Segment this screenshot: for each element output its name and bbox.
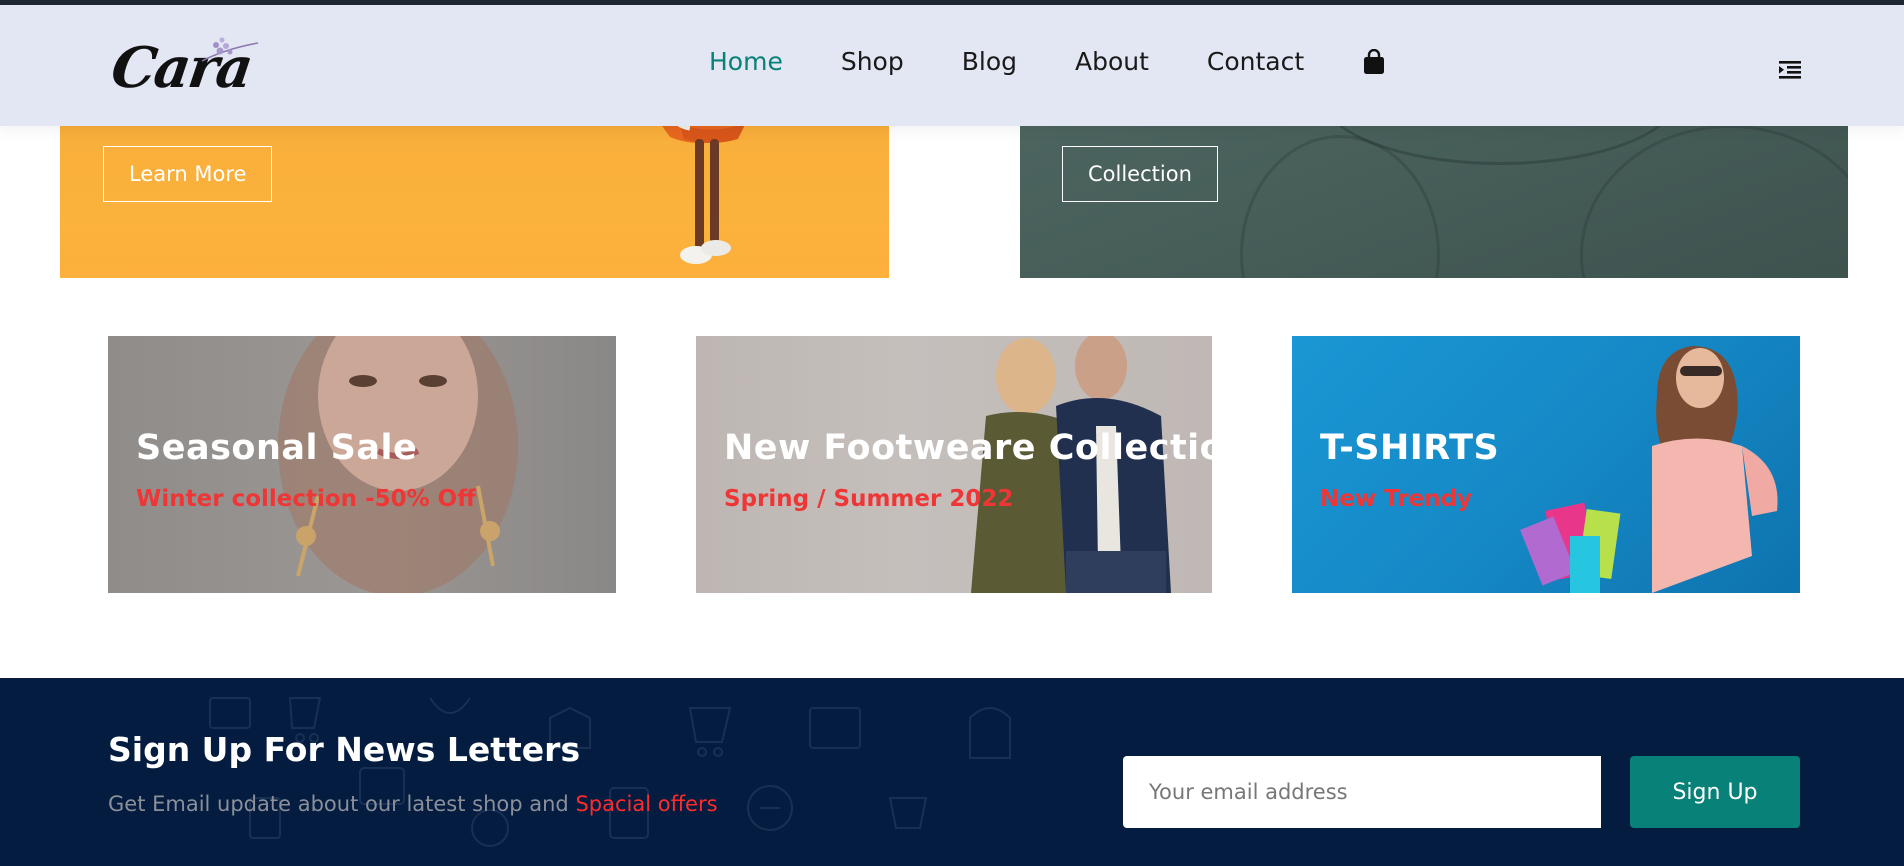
- banner-subtitle: Winter collection -50% Off: [136, 486, 476, 512]
- menu-icon[interactable]: [1779, 61, 1801, 79]
- nav-shop[interactable]: Shop: [841, 47, 904, 76]
- tshirts-banner[interactable]: T-SHIRTS New Trendy: [1292, 336, 1800, 593]
- learn-more-button[interactable]: Learn More: [103, 146, 273, 202]
- seasonal-sale-banner[interactable]: Seasonal Sale Winter collection -50% Off: [108, 336, 616, 593]
- banner-title: T-SHIRTS: [1320, 428, 1500, 468]
- footwear-collection-banner[interactable]: New Footweare Collection Spring / Summer…: [696, 336, 1212, 593]
- collection-button[interactable]: Collection: [1062, 146, 1218, 202]
- newsletter-description: Get Email update about our latest shop a…: [108, 792, 718, 816]
- email-input[interactable]: [1123, 756, 1601, 828]
- sign-up-button[interactable]: Sign Up: [1630, 756, 1800, 828]
- shopping-pattern-background: [209, 697, 1011, 847]
- shirt-texture: [1240, 135, 1440, 278]
- cara-logo[interactable]: Cara: [107, 31, 262, 101]
- shopping-bag-icon[interactable]: [1362, 48, 1386, 75]
- nav-contact[interactable]: Contact: [1207, 47, 1304, 76]
- newsletter-desc-text: Get Email update about our latest shop a…: [108, 792, 576, 816]
- model-legs-image: [647, 105, 755, 264]
- shopping-woman-image: [1520, 346, 1778, 593]
- newsletter-section: Sign Up For News Letters Get Email updat…: [0, 678, 1904, 866]
- banner-title: Seasonal Sale: [136, 428, 418, 468]
- nav-home[interactable]: Home: [709, 47, 783, 76]
- banner-subtitle: New Trendy: [1320, 486, 1473, 512]
- banner-left: Learn More: [60, 105, 889, 278]
- newsletter-form: Sign Up: [1123, 756, 1800, 828]
- nav-blog[interactable]: Blog: [962, 47, 1017, 76]
- main-nav: Home Shop Blog About Contact: [709, 47, 1386, 76]
- lavender-icon: [201, 37, 259, 62]
- shirt-texture: [1580, 125, 1848, 278]
- banner-right: Collection: [1020, 105, 1848, 278]
- newsletter-title: Sign Up For News Letters: [108, 730, 581, 769]
- banner-title: New Footweare Collection: [724, 428, 1212, 468]
- special-offers-highlight: Spacial offers: [575, 792, 718, 816]
- banner-subtitle: Spring / Summer 2022: [724, 486, 1014, 512]
- site-header: Cara Home Shop Blog About Contact: [0, 5, 1904, 126]
- nav-about[interactable]: About: [1075, 47, 1149, 76]
